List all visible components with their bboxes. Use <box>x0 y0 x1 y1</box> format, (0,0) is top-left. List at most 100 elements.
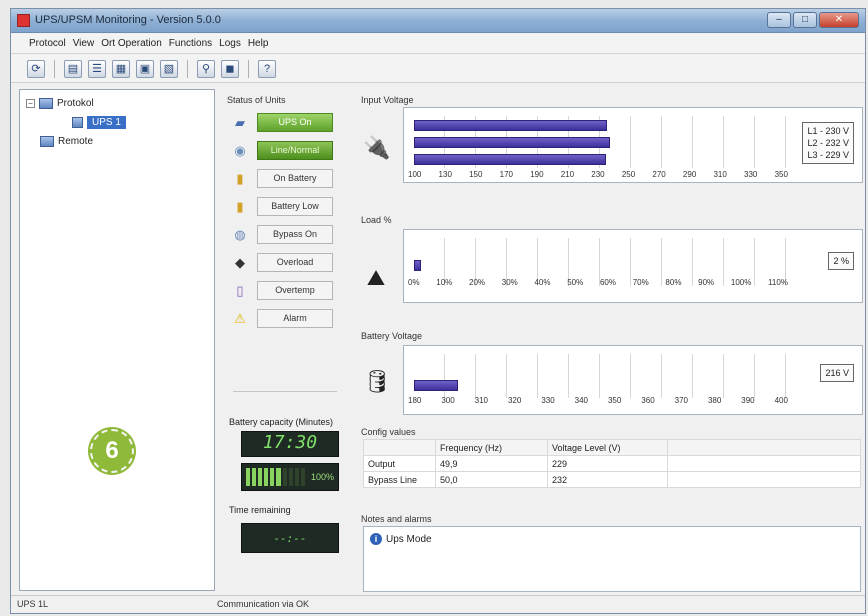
battery-level-segment <box>252 468 257 486</box>
status-indicator: Battery Low <box>257 197 333 216</box>
input-voltage-readout: L1 - 230 V L2 - 232 V L3 - 229 V <box>802 122 854 164</box>
battery-level-segment <box>264 468 269 486</box>
column-header: Voltage Level (V) <box>547 439 668 456</box>
load-gauge: 0% 10% 20% 30% 40% 50% 60% 70% 80% 90% 100% 110% 2 … <box>403 229 863 303</box>
step-number-badge: 6 <box>90 429 134 473</box>
refresh-icon[interactable]: ⟳ <box>27 59 45 78</box>
details-icon[interactable]: ▦ <box>112 59 130 78</box>
notice-text: Ups Mode <box>386 533 432 545</box>
battery-voltage-bar <box>414 380 458 391</box>
tick-label: 100 <box>408 170 422 179</box>
tick-label: 310 <box>474 396 489 405</box>
toolbar-separator <box>248 59 249 78</box>
column-header <box>667 439 861 456</box>
status-indicator: UPS On <box>257 113 333 132</box>
time-remaining-label: Time remaining <box>229 505 291 515</box>
network-icon <box>40 136 54 147</box>
tick-label: 230 <box>591 170 605 179</box>
close-button[interactable]: ✕ <box>819 12 859 28</box>
help-icon[interactable]: ? <box>258 59 276 78</box>
status-row: ◆ Overload <box>225 249 343 276</box>
filter-icon[interactable]: ⚲ <box>197 59 215 78</box>
config-icon[interactable]: ▧ <box>160 59 178 78</box>
computer-icon <box>39 98 53 109</box>
status-bar-communication: Communication via OK <box>217 599 310 609</box>
tree-node-remote[interactable]: Remote <box>40 136 93 147</box>
tick-label: 110% <box>768 278 788 287</box>
table-cell: 232 <box>547 471 668 488</box>
tick-label: 40% <box>534 278 551 287</box>
tick-label: 370 <box>674 396 688 405</box>
tick-label: 310 <box>713 170 727 179</box>
app-icon <box>17 14 30 27</box>
tick-label: 60% <box>599 278 616 287</box>
status-row: ◍ Bypass On <box>225 221 343 248</box>
table-cell: 49,9 <box>435 455 548 472</box>
battery-voltage-plot <box>414 354 786 398</box>
toolbar: ⟳ ▤ ☰ ▦ ▣ ▧ ⚲ ◼ ? <box>11 55 865 83</box>
status-indicator: On Battery <box>257 169 333 188</box>
tick-label: 30% <box>501 278 518 287</box>
tree-node-label-selected: UPS 1 <box>87 116 126 129</box>
power-plug-icon: 🔌 <box>363 135 391 160</box>
tick-label: 290 <box>682 170 697 179</box>
battery-time-display: 17:30 <box>241 431 339 457</box>
menu-functions[interactable]: Functions <box>169 38 212 49</box>
list-icon[interactable]: ☰ <box>88 59 106 78</box>
phase-voltage-bar <box>414 120 608 131</box>
battery-percent: 100% <box>310 472 334 482</box>
menu-bar: Protocol View Ort Operation Functions Lo… <box>11 34 865 54</box>
maximize-button[interactable]: □ <box>793 12 817 28</box>
app-window: UPS/UPSM Monitoring - Version 5.0.0 – □ … <box>10 8 866 614</box>
battery-level-bars: 100% <box>242 464 338 490</box>
menu-help[interactable]: Help <box>248 38 269 49</box>
ups-node-icon <box>72 117 83 128</box>
load-weight-icon: ⛰ <box>366 265 386 290</box>
tick-label: 100% <box>730 278 752 287</box>
view-icon[interactable]: ▤ <box>64 59 82 78</box>
info-icon: i <box>370 533 382 545</box>
tick-label: 270 <box>652 170 666 179</box>
battery-level-segment <box>258 468 263 486</box>
menu-logs[interactable]: Logs <box>219 38 241 49</box>
battery-voltage-title: Battery Voltage <box>361 331 423 341</box>
config-values-title: Config values <box>361 427 416 437</box>
list-item[interactable]: i Ups Mode <box>370 533 432 545</box>
readout-l1: L1 - 230 V <box>807 126 849 136</box>
minimize-button[interactable]: – <box>767 12 791 28</box>
toolbar-separator <box>187 59 188 78</box>
battery-capacity-label: Battery capacity (Minutes) <box>229 417 334 427</box>
table-cell: Bypass Line <box>363 471 436 488</box>
ups-unit-icon: ▰ <box>235 115 245 130</box>
battery-level-segment <box>294 468 299 486</box>
battery-drum-icon: 🛢 <box>363 369 391 394</box>
overload-weight-icon: ◆ <box>235 255 245 270</box>
status-indicator: Line/Normal <box>257 141 333 160</box>
tree-node-ups[interactable]: UPS 1 <box>72 116 126 129</box>
tree-node-label: Remote <box>58 136 94 147</box>
ups-icon[interactable]: ◼ <box>221 59 239 78</box>
column-header <box>363 439 436 456</box>
input-voltage-title: Input Voltage <box>361 95 414 105</box>
tree-node-root[interactable]: − Protokol <box>26 98 94 109</box>
phase-voltage-bar <box>414 154 606 165</box>
status-indicator: Overload <box>257 253 333 272</box>
readout-l2: L2 - 232 V <box>807 138 849 148</box>
table-cell: Output <box>363 455 436 472</box>
tick-label: 190 <box>530 170 544 179</box>
menu-view[interactable]: View <box>73 38 95 49</box>
divider <box>233 391 337 392</box>
tick-label: 250 <box>621 170 636 179</box>
menu-protocol[interactable]: Protocol <box>29 38 66 49</box>
menu-operation[interactable]: Ort Operation <box>101 38 162 49</box>
tick-label: 380 <box>707 396 722 405</box>
collapse-icon[interactable]: − <box>26 99 35 108</box>
tick-label: 70% <box>632 278 649 287</box>
tick-label: 180 <box>408 396 422 405</box>
tick-label: 350 <box>607 396 622 405</box>
window-controls: – □ ✕ <box>767 12 859 28</box>
tick-label: 80% <box>665 278 682 287</box>
status-bar: UPS 1L Communication via OK <box>11 595 865 613</box>
settings-icon[interactable]: ▣ <box>136 59 154 78</box>
tick-label: 20% <box>469 278 486 287</box>
